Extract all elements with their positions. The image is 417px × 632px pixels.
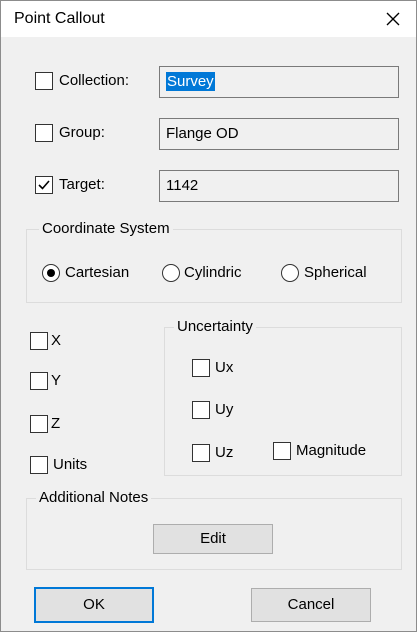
ok-button[interactable]: OK xyxy=(34,587,154,623)
collection-value: Survey xyxy=(166,72,215,91)
cylindric-radio[interactable] xyxy=(162,264,180,282)
uncertainty-title: Uncertainty xyxy=(174,318,256,336)
spherical-label: Spherical xyxy=(304,264,367,281)
group-checkbox[interactable] xyxy=(35,124,53,142)
point-callout-dialog: Point Callout Collection: Survey Group: … xyxy=(0,0,417,632)
collection-label: Collection: xyxy=(59,72,130,89)
uy-checkbox[interactable] xyxy=(192,401,210,419)
spherical-radio[interactable] xyxy=(281,264,299,282)
additional-notes-title: Additional Notes xyxy=(36,489,152,507)
collection-checkbox[interactable] xyxy=(35,72,53,90)
cartesian-radio[interactable] xyxy=(42,264,60,282)
target-checkbox[interactable] xyxy=(35,176,53,194)
checkmark-icon xyxy=(38,180,50,190)
units-label: Units xyxy=(53,456,88,473)
dialog-title: Point Callout xyxy=(14,10,105,27)
y-checkbox[interactable] xyxy=(30,372,48,390)
cartesian-label: Cartesian xyxy=(65,264,130,281)
edit-notes-button[interactable]: Edit xyxy=(153,524,273,554)
uz-checkbox[interactable] xyxy=(192,444,210,462)
uy-label: Uy xyxy=(215,401,234,418)
close-button[interactable] xyxy=(370,1,416,37)
magnitude-checkbox[interactable] xyxy=(273,442,291,460)
collection-field[interactable]: Survey xyxy=(159,66,399,98)
z-checkbox[interactable] xyxy=(30,415,48,433)
y-label: Y xyxy=(51,372,62,389)
x-label: X xyxy=(51,332,62,349)
target-field[interactable]: 1142 xyxy=(159,170,399,202)
title-bar: Point Callout xyxy=(1,1,416,37)
target-label: Target: xyxy=(59,176,105,193)
cylindric-label: Cylindric xyxy=(184,264,242,281)
units-checkbox[interactable] xyxy=(30,456,48,474)
x-checkbox[interactable] xyxy=(30,332,48,350)
cancel-button[interactable]: Cancel xyxy=(251,588,371,622)
magnitude-label: Magnitude xyxy=(296,442,367,459)
coordinate-system-title: Coordinate System xyxy=(39,220,173,238)
group-value: Flange OD xyxy=(166,125,239,142)
group-field[interactable]: Flange OD xyxy=(159,118,399,150)
close-icon xyxy=(386,12,400,26)
z-label: Z xyxy=(51,415,61,432)
ux-label: Ux xyxy=(215,359,234,376)
group-label: Group: xyxy=(59,124,105,141)
ux-checkbox[interactable] xyxy=(192,359,210,377)
uz-label: Uz xyxy=(215,444,234,461)
target-value: 1142 xyxy=(166,177,199,194)
